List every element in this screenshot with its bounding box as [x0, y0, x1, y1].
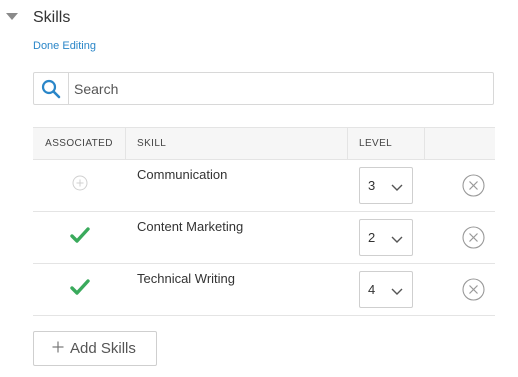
header-actions — [425, 128, 495, 159]
chevron-down-icon — [390, 284, 404, 302]
level-select[interactable]: 4 — [359, 271, 413, 308]
table-row: Content Marketing 2 — [33, 212, 495, 264]
close-circle-icon[interactable] — [462, 226, 485, 254]
header-skill: SKILL — [126, 128, 348, 159]
section-title: Skills — [33, 9, 71, 26]
done-editing-link[interactable]: Done Editing — [33, 40, 96, 52]
table-row: Communication 3 — [33, 160, 495, 212]
search-input[interactable] — [70, 73, 498, 104]
skill-name: Communication — [137, 167, 228, 182]
chevron-down-icon — [390, 232, 404, 250]
level-value: 4 — [368, 282, 376, 297]
plus-icon — [52, 340, 64, 358]
section-header: Skills — [0, 0, 518, 36]
level-select[interactable]: 3 — [359, 167, 413, 204]
close-circle-icon[interactable] — [462, 174, 485, 202]
skill-name: Content Marketing — [137, 219, 244, 234]
header-associated: ASSOCIATED — [33, 128, 126, 159]
skill-name: Technical Writing — [137, 271, 236, 286]
table-row: Technical Writing 4 — [33, 264, 495, 316]
table-header: ASSOCIATED SKILL LEVEL — [33, 127, 495, 160]
associate-cell — [33, 160, 126, 211]
header-level: LEVEL — [348, 128, 425, 159]
caret-down-icon[interactable] — [6, 13, 18, 20]
level-value: 3 — [368, 178, 376, 193]
associate-cell — [33, 212, 126, 263]
associate-cell — [33, 264, 126, 315]
search-icon[interactable] — [34, 73, 69, 104]
add-skills-label: Add Skills — [70, 340, 136, 357]
skills-table: ASSOCIATED SKILL LEVEL Communication 3 C… — [33, 127, 495, 316]
search-box — [33, 72, 498, 105]
level-select[interactable]: 2 — [359, 219, 413, 256]
add-skills-button[interactable]: Add Skills — [33, 331, 157, 366]
plus-circle-icon[interactable] — [72, 175, 88, 196]
level-value: 2 — [368, 230, 376, 245]
close-circle-icon[interactable] — [462, 278, 485, 306]
checkmark-icon[interactable] — [69, 227, 90, 248]
chevron-down-icon — [390, 180, 404, 198]
checkmark-icon[interactable] — [69, 279, 90, 300]
